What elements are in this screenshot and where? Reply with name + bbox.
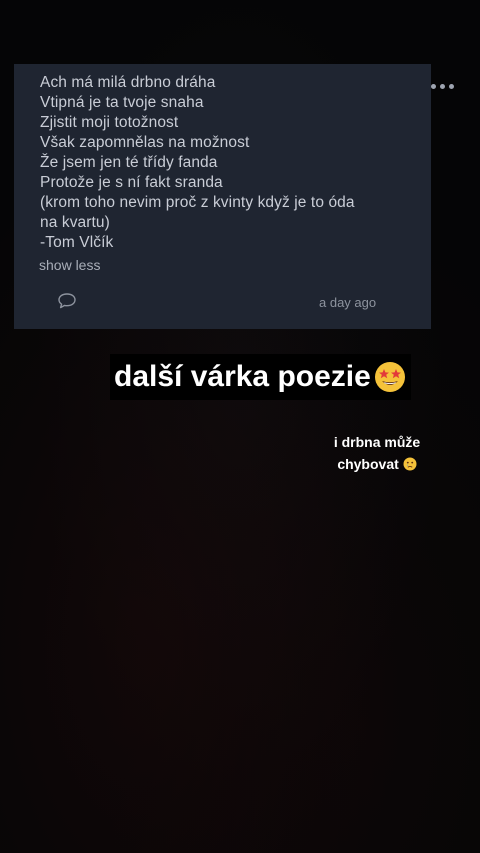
subcaption-text: chybovat: [337, 456, 399, 472]
poem-line: Zjistit moji totožnost: [40, 114, 179, 131]
crying-face-emoji-icon: [403, 457, 417, 471]
poem-line: Že jsem jen té třídy fanda: [40, 154, 218, 171]
poem-line: (krom toho nevim proč z kvinty když je t…: [40, 194, 355, 231]
dot: [449, 84, 454, 89]
comment-icon[interactable]: [57, 292, 77, 310]
story-caption: další várka poezie: [110, 354, 411, 400]
star-struck-emoji-icon: [374, 362, 405, 392]
show-less-link[interactable]: show less: [39, 257, 100, 273]
poem-signature: -Tom Vlčík: [40, 234, 114, 251]
poem-line: Vtipná je ta tvoje snaha: [40, 94, 204, 111]
poem-line: Však zapomnělas na možnost: [40, 134, 250, 151]
post-timestamp: a day ago: [319, 295, 377, 310]
subcaption-line-2: chybovat: [320, 453, 434, 475]
dot: [431, 84, 436, 89]
more-options-icon[interactable]: [431, 84, 454, 89]
post-body: Ach má milá drbno dráha Vtipná je ta tvo…: [40, 73, 370, 253]
poem-line: Protože je s ní fakt sranda: [40, 174, 223, 191]
story-subcaption: i drbna může chybovat: [320, 431, 434, 475]
dot: [440, 84, 445, 89]
caption-text: další várka poezie: [114, 360, 371, 393]
poem-line: Ach má milá drbno dráha: [40, 74, 216, 91]
subcaption-line: i drbna může: [333, 434, 421, 450]
